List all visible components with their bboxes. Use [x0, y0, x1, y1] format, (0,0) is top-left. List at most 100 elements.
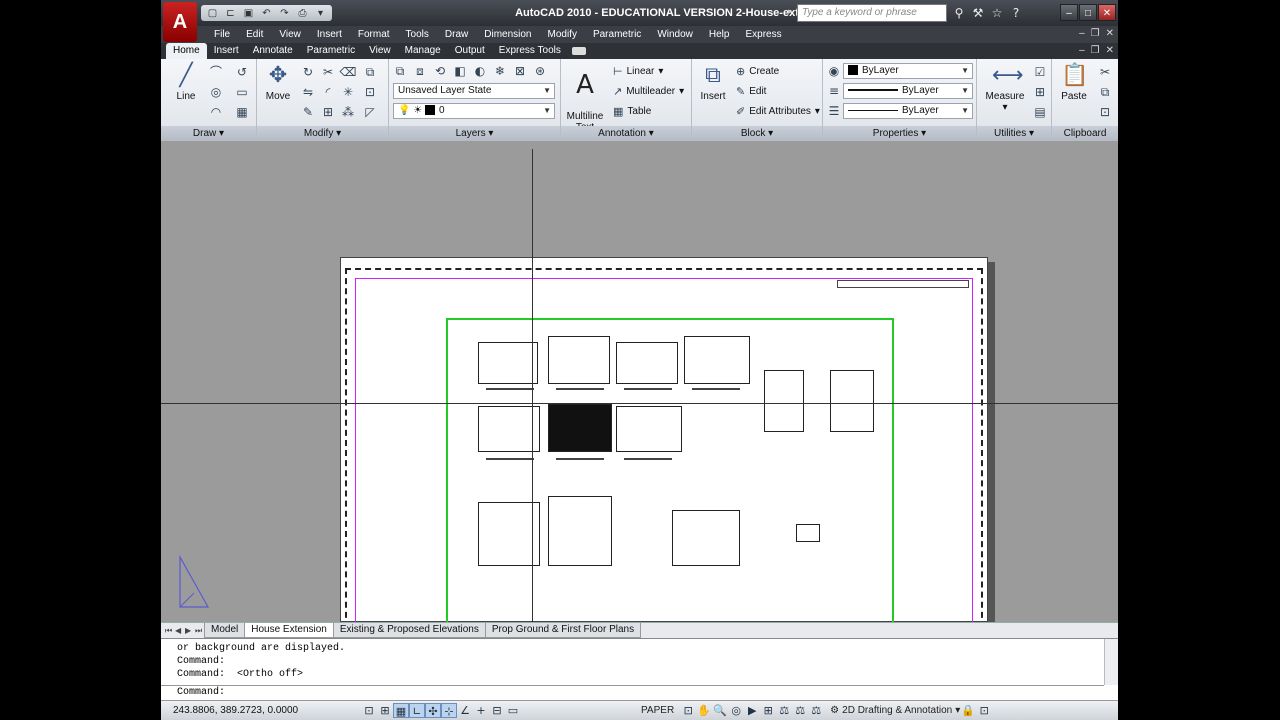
- edit-block-button[interactable]: ✎ Edit: [736, 85, 766, 98]
- trim-icon[interactable]: ✂: [319, 64, 337, 80]
- offset-icon[interactable]: ⊡: [361, 84, 379, 100]
- dynamic-ucs-icon[interactable]: +: [473, 703, 489, 718]
- grid-display-icon[interactable]: ▦: [393, 703, 409, 718]
- showmotion-icon[interactable]: ▶: [744, 703, 760, 718]
- command-scrollbar[interactable]: [1104, 639, 1118, 685]
- ribbon-close-icon[interactable]: ✕: [1106, 45, 1114, 56]
- annotation-panel-title[interactable]: Annotation ▾: [561, 126, 691, 141]
- color-dropdown[interactable]: ByLayer ▼: [843, 63, 973, 79]
- pan-icon[interactable]: ✋: [696, 703, 712, 718]
- array-icon[interactable]: ⁂: [339, 104, 357, 120]
- mirror-icon[interactable]: ⇋: [299, 84, 317, 100]
- tab-output[interactable]: Output: [448, 43, 492, 59]
- paste-button[interactable]: 📋 Paste: [1056, 63, 1092, 102]
- current-layer-dropdown[interactable]: 💡 ☀ 0 ▼: [393, 103, 555, 119]
- clean-screen-icon[interactable]: ⊡: [976, 703, 992, 718]
- communication-center-icon[interactable]: ⚒: [970, 5, 986, 21]
- infer-constraints-icon[interactable]: ⊡: [361, 703, 377, 718]
- layer-previous-icon[interactable]: ⟲: [431, 63, 449, 79]
- copy-tool-icon[interactable]: ⧉: [361, 64, 379, 80]
- search-input[interactable]: Type a keyword or phrase: [797, 4, 947, 22]
- erase-icon[interactable]: ⌫: [339, 64, 357, 80]
- rectangle-icon[interactable]: ▭: [233, 84, 251, 100]
- quick-view-layouts-icon[interactable]: ⊡: [680, 703, 696, 718]
- layer-off-icon[interactable]: ◐: [471, 63, 489, 79]
- hatch-icon[interactable]: ▦: [233, 104, 251, 120]
- layer-state-icon[interactable]: ⧈: [411, 63, 429, 79]
- ribbon-restore-icon[interactable]: ❐: [1091, 45, 1100, 56]
- fillet-icon[interactable]: ◜: [319, 84, 337, 100]
- scale-icon[interactable]: ⊞: [319, 104, 337, 120]
- snap-mode-icon[interactable]: ⊞: [377, 703, 393, 718]
- menu-window[interactable]: Window: [649, 26, 701, 43]
- search-expand-icon[interactable]: ▸: [788, 6, 793, 17]
- layout-tab-model[interactable]: Model: [204, 623, 246, 638]
- table-button[interactable]: ▦ Table: [613, 105, 651, 118]
- linetype-icon[interactable]: ≡: [825, 83, 843, 99]
- menu-modify[interactable]: Modify: [540, 26, 585, 43]
- lineweight-icon[interactable]: ☰: [825, 103, 843, 119]
- lineweight-display-icon[interactable]: ▭: [505, 703, 521, 718]
- command-input[interactable]: Command:: [177, 687, 225, 698]
- arc-icon[interactable]: ◠: [207, 104, 225, 120]
- annotation-scale-icon[interactable]: ⚖: [776, 703, 792, 718]
- layout-tab-house-extension[interactable]: House Extension: [244, 623, 334, 638]
- tab-view[interactable]: View: [362, 43, 398, 59]
- stretch-icon[interactable]: ✎: [299, 104, 317, 120]
- close-button[interactable]: ✕: [1098, 4, 1116, 21]
- menu-parametric[interactable]: Parametric: [585, 26, 649, 43]
- layer-state-dropdown[interactable]: Unsaved Layer State ▼: [393, 83, 555, 99]
- layer-match-icon[interactable]: ⊛: [531, 63, 549, 79]
- multiline-text-button[interactable]: A Multiline Text: [565, 61, 605, 133]
- menu-tools[interactable]: Tools: [398, 26, 437, 43]
- ortho-mode-icon[interactable]: ∟: [409, 703, 425, 718]
- menu-dimension[interactable]: Dimension: [476, 26, 539, 43]
- layer-isolate-icon[interactable]: ◧: [451, 63, 469, 79]
- annotation-visibility-icon[interactable]: ⚖: [792, 703, 808, 718]
- toolbar-lock-icon[interactable]: 🔒: [960, 703, 976, 718]
- prev-tab-icon[interactable]: ◀: [175, 626, 185, 635]
- block-panel-title[interactable]: Block ▾: [692, 126, 822, 141]
- tab-express-tools[interactable]: Express Tools: [492, 43, 568, 59]
- menu-view[interactable]: View: [271, 26, 309, 43]
- help-icon[interactable]: ?: [1008, 5, 1024, 21]
- menu-express[interactable]: Express: [737, 26, 789, 43]
- doc-restore-icon[interactable]: ❐: [1091, 28, 1100, 39]
- line-button[interactable]: ╱ Line: [169, 63, 203, 102]
- binoculars-icon[interactable]: ⚲: [951, 5, 967, 21]
- layout-tab-floor-plans[interactable]: Prop Ground & First Floor Plans: [484, 623, 642, 638]
- measure-button[interactable]: ⟷ Measure ▾: [983, 63, 1027, 113]
- object-snap-icon[interactable]: ⊹: [441, 703, 457, 718]
- utilities-panel-title[interactable]: Utilities ▾: [977, 126, 1051, 141]
- star-icon[interactable]: ☆: [989, 5, 1005, 21]
- copy-icon[interactable]: ⧉: [1096, 84, 1114, 100]
- layer-lock-icon[interactable]: ⊠: [511, 63, 529, 79]
- menu-draw[interactable]: Draw: [437, 26, 476, 43]
- copy-link-icon[interactable]: ⊡: [1096, 104, 1114, 120]
- tab-manage[interactable]: Manage: [398, 43, 448, 59]
- create-block-button[interactable]: ⊕ Create: [736, 65, 779, 78]
- tab-annotate[interactable]: Annotate: [246, 43, 300, 59]
- application-menu-button[interactable]: A: [163, 2, 197, 42]
- ribbon-minimize-toggle[interactable]: [571, 47, 586, 55]
- calculator-icon[interactable]: ▤: [1031, 104, 1049, 120]
- auto-scale-icon[interactable]: ⚖: [808, 703, 824, 718]
- first-tab-icon[interactable]: ⏮: [165, 626, 175, 636]
- clipboard-panel-title[interactable]: Clipboard: [1052, 126, 1118, 141]
- quickcalc-icon[interactable]: ⊞: [1031, 84, 1049, 100]
- model-paper-toggle[interactable]: PAPER: [641, 705, 674, 716]
- circle-icon[interactable]: ◎: [207, 84, 225, 100]
- properties-panel-title[interactable]: Properties ▾: [823, 126, 976, 141]
- layers-panel-title[interactable]: Layers ▾: [389, 126, 560, 141]
- match-properties-icon[interactable]: ◉: [825, 63, 843, 79]
- quick-select-icon[interactable]: ☑: [1031, 64, 1049, 80]
- menu-edit[interactable]: Edit: [238, 26, 271, 43]
- polar-tracking-icon[interactable]: ✣: [425, 703, 441, 718]
- modify-panel-title[interactable]: Modify ▾: [257, 126, 388, 141]
- maximize-viewport-icon[interactable]: ⊞: [760, 703, 776, 718]
- linetype-dropdown[interactable]: ByLayer ▼: [843, 83, 973, 99]
- layer-properties-icon[interactable]: ⧉: [391, 63, 409, 79]
- maximize-button[interactable]: □: [1079, 4, 1097, 21]
- drawing-area[interactable]: [161, 141, 1118, 622]
- move-button[interactable]: ✥ Move: [261, 63, 295, 102]
